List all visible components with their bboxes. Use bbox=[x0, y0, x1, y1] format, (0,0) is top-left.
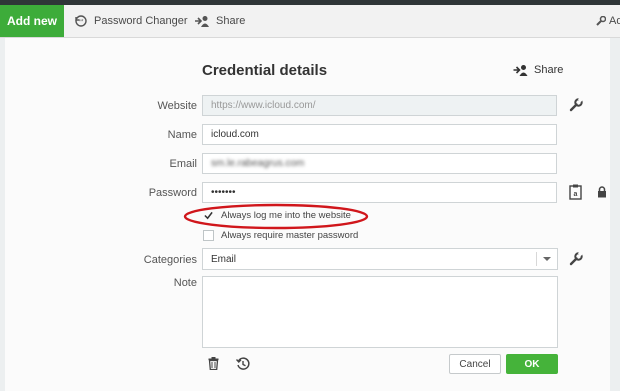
website-value: https://www.icloud.com/ bbox=[211, 100, 316, 111]
share-icon bbox=[513, 65, 528, 76]
categories-label: Categories bbox=[143, 254, 197, 266]
categories-value: Email bbox=[211, 253, 237, 265]
trash-icon[interactable] bbox=[208, 357, 219, 370]
svg-text:**: ** bbox=[79, 20, 84, 26]
password-changer-button[interactable]: ** Password Changer bbox=[74, 5, 188, 37]
admin-menu-label: Ad bbox=[609, 15, 620, 27]
email-label: Email bbox=[169, 158, 197, 170]
categories-select[interactable]: Email bbox=[202, 248, 558, 270]
website-label: Website bbox=[157, 100, 197, 112]
add-new-button[interactable]: Add new bbox=[0, 5, 64, 37]
dialog-share-button[interactable]: Share bbox=[512, 64, 563, 76]
share-toolbar-label: Share bbox=[216, 15, 246, 27]
wrench-icon[interactable] bbox=[569, 252, 583, 266]
name-value: icloud.com bbox=[211, 129, 259, 140]
share-toolbar-button[interactable]: Share bbox=[194, 5, 245, 37]
require-master-checkbox[interactable]: Always require master password bbox=[203, 230, 358, 241]
ok-button[interactable]: OK bbox=[506, 354, 558, 374]
dialog-share-label: Share bbox=[534, 64, 564, 76]
password-changer-icon: ** bbox=[75, 15, 87, 27]
share-icon bbox=[195, 16, 209, 27]
clipboard-icon[interactable]: a bbox=[569, 184, 582, 200]
dialog-title: Credential details bbox=[202, 62, 328, 79]
password-field[interactable]: ••••••• bbox=[202, 182, 557, 203]
wrench-icon[interactable] bbox=[569, 98, 583, 112]
email-field[interactable]: sm.le.rabeagrus.com bbox=[202, 153, 557, 174]
name-label: Name bbox=[167, 129, 197, 141]
toolbar: Add new ** Password Changer Share Ad bbox=[0, 5, 620, 38]
lock-icon[interactable] bbox=[597, 186, 607, 198]
note-textarea[interactable] bbox=[202, 276, 558, 348]
note-label: Note bbox=[173, 277, 197, 289]
svg-text:a: a bbox=[574, 191, 578, 198]
require-master-label: Always require master password bbox=[221, 230, 359, 241]
checkbox-box bbox=[203, 230, 214, 241]
wrench-icon bbox=[596, 16, 606, 26]
password-label: Password bbox=[148, 187, 197, 199]
cancel-button[interactable]: Cancel bbox=[449, 354, 501, 374]
name-field[interactable]: icloud.com bbox=[202, 124, 557, 145]
email-value: sm.le.rabeagrus.com bbox=[211, 158, 305, 169]
website-field[interactable]: https://www.icloud.com/ bbox=[202, 95, 557, 116]
history-icon[interactable] bbox=[236, 357, 250, 371]
select-divider bbox=[536, 252, 537, 266]
highlight-ellipse bbox=[183, 203, 369, 230]
password-value: ••••••• bbox=[211, 187, 236, 198]
admin-menu-button[interactable]: Ad bbox=[596, 5, 620, 37]
password-changer-label: Password Changer bbox=[94, 15, 188, 27]
chevron-down-icon bbox=[543, 257, 551, 261]
